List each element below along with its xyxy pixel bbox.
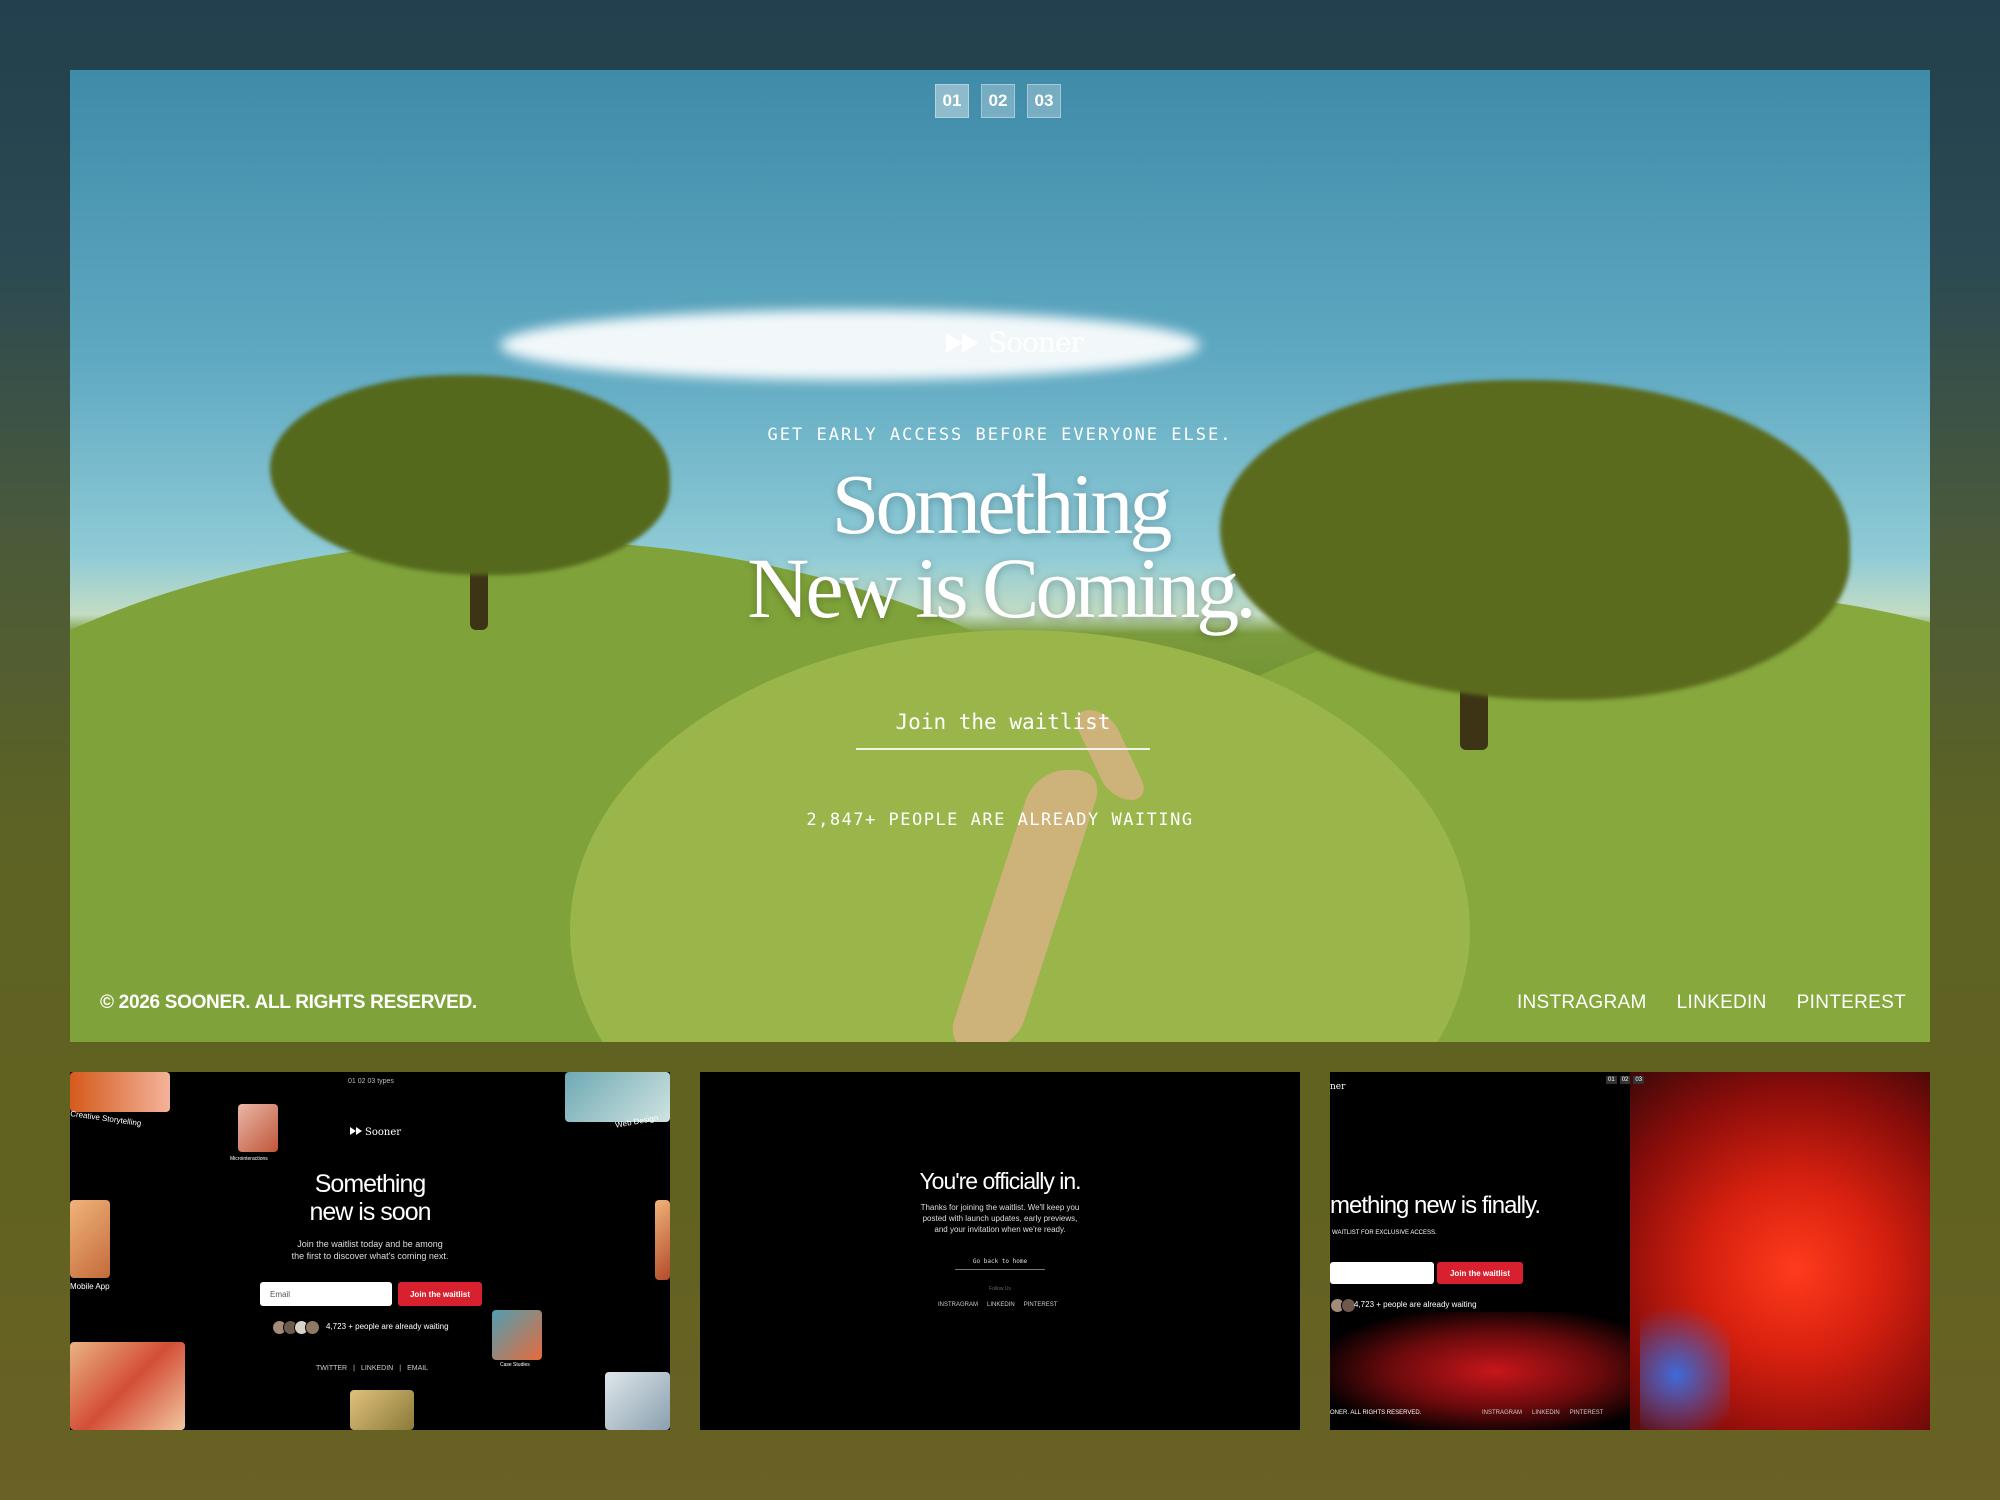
hero-preview: 01 02 03 Sooner GET EARLY ACCESS BEFORE … — [70, 70, 1930, 1042]
thumb2-body-line-2: posted with launch updates, early previe… — [922, 1214, 1078, 1223]
waiting-count: 2,847+ PEOPLE ARE ALREADY WAITING — [806, 810, 1194, 830]
card-case-studies — [492, 1310, 542, 1360]
card-label-micro: Microinteractions — [230, 1156, 268, 1162]
thumb3-logo-fragment: ner — [1330, 1082, 1346, 1092]
card-bottom-center — [350, 1390, 414, 1430]
thumb1-avatars — [272, 1320, 320, 1335]
link-separator: | — [399, 1365, 402, 1372]
thumb3-tabs: 01 02 03 — [1606, 1076, 1645, 1084]
linkedin-link[interactable]: LINKEDIN — [1532, 1410, 1560, 1416]
instagram-link[interactable]: INSTRAGRAM — [1482, 1410, 1522, 1416]
thumb1-logo-text: Sooner — [365, 1127, 402, 1138]
instagram-link[interactable]: INSTRAGRAM — [1517, 992, 1647, 1014]
card-bottom-right — [605, 1372, 670, 1430]
thumb1-title: Something new is soon — [220, 1170, 520, 1226]
pinterest-link[interactable]: PINTEREST — [1797, 992, 1906, 1014]
logo[interactable]: Sooner — [946, 326, 1084, 359]
thumb1-join-button[interactable]: Join the waitlist — [398, 1282, 482, 1306]
card-flower-large — [70, 1342, 185, 1430]
linkedin-link[interactable]: LINKEDIN — [987, 1302, 1015, 1308]
join-waitlist-button[interactable]: Join the waitlist — [856, 710, 1150, 750]
card-micro — [238, 1104, 278, 1152]
thumb1-waiting-text: 4,723 + people are already waiting — [326, 1322, 449, 1331]
thumb1-title-line-1: Something — [314, 1170, 427, 1198]
cloud — [500, 310, 1200, 380]
preview-thumbnail-3[interactable]: ner 01 02 03 mething new is finally. WAI… — [1330, 1072, 1930, 1430]
thumb1-top-label: 01 02 03 types — [348, 1078, 394, 1085]
link-separator: | — [353, 1365, 355, 1372]
thumb3-email-input[interactable] — [1330, 1262, 1434, 1284]
copyright: © 2026 SOONER. ALL RIGHTS RESERVED. — [100, 992, 477, 1013]
card-right-edge — [655, 1200, 670, 1280]
thumb3-subtitle: WAITLIST FOR EXCLUSIVE ACCESS. — [1332, 1230, 1437, 1236]
thumb3-waiting-text: 4,723 + people are already waiting — [1354, 1300, 1477, 1309]
thumb3-tab-03[interactable]: 03 — [1633, 1076, 1645, 1084]
slide-tab-02[interactable]: 02 — [981, 84, 1015, 118]
slide-tabs: 01 02 03 — [935, 84, 1061, 118]
thumb3-links: INSTRAGRAM LINKEDIN PINTEREST — [1482, 1410, 1603, 1416]
logo-text: Sooner — [988, 326, 1084, 359]
headline-line-1: Something — [831, 456, 1173, 552]
avatar — [305, 1320, 320, 1335]
thumb3-tab-02[interactable]: 02 — [1619, 1076, 1631, 1084]
email-link[interactable]: EMAIL — [407, 1365, 428, 1372]
headline-line-2: New is Coming. — [747, 540, 1256, 636]
card-label-mobile-app: Mobile App — [70, 1282, 110, 1291]
thumb2-title: You're officially in. — [919, 1168, 1081, 1194]
thumb2-follow-label: Follow Us — [989, 1286, 1011, 1292]
thumb2-body-line-1: Thanks for joining the waitlist. We'll k… — [920, 1203, 1080, 1212]
thumb3-blue-swirl — [1640, 1292, 1730, 1430]
linkedin-link[interactable]: LINKEDIN — [1677, 992, 1767, 1014]
pinterest-link[interactable]: PINTEREST — [1024, 1302, 1058, 1308]
twitter-link[interactable]: TWITTER — [316, 1365, 347, 1372]
thumb3-join-button[interactable]: Join the waitlist — [1437, 1262, 1523, 1284]
thumb1-title-line-2: new is soon — [309, 1198, 431, 1226]
eyebrow-text: GET EARLY ACCESS BEFORE EVERYONE ELSE. — [767, 425, 1233, 445]
thumb2-back-button[interactable]: Go back to home — [955, 1258, 1045, 1270]
headline: Something New is Coming. — [70, 456, 1930, 636]
thumb3-copyright: ONER. ALL RIGHTS RESERVED. — [1330, 1410, 1422, 1416]
thumb1-email-input[interactable]: Email — [260, 1282, 392, 1306]
social-links: INSTRAGRAM LINKEDIN PINTEREST — [1517, 992, 1906, 1014]
thumb1-links: TWITTER | LINKEDIN | EMAIL — [316, 1365, 428, 1372]
preview-thumbnail-1[interactable]: Creative Storytelling Web Design Microin… — [70, 1072, 670, 1430]
fast-forward-icon — [350, 1127, 362, 1138]
thumb1-subtitle-line-2: the first to discover what's coming next… — [291, 1251, 449, 1261]
thumb2-links: INSTRAGRAM LINKEDIN PINTEREST — [938, 1302, 1057, 1308]
slide-tab-03[interactable]: 03 — [1027, 84, 1061, 118]
thumb1-logo: Sooner — [350, 1127, 401, 1138]
thumb3-title: mething new is finally. — [1330, 1192, 1541, 1219]
card-label-case-studies: Case Studies — [500, 1362, 530, 1368]
pinterest-link[interactable]: PINTEREST — [1570, 1410, 1604, 1416]
fast-forward-icon — [946, 332, 980, 353]
linkedin-link[interactable]: LINKEDIN — [361, 1365, 393, 1372]
thumb2-body: Thanks for joining the waitlist. We'll k… — [800, 1202, 1200, 1235]
slide-tab-01[interactable]: 01 — [935, 84, 969, 118]
thumb1-subtitle: Join the waitlist today and be among the… — [220, 1238, 520, 1262]
card-storytelling — [70, 1072, 170, 1112]
instagram-link[interactable]: INSTRAGRAM — [938, 1302, 978, 1308]
preview-thumbnail-2[interactable]: You're officially in. Thanks for joining… — [700, 1072, 1300, 1430]
thumb1-subtitle-line-1: Join the waitlist today and be among — [297, 1239, 443, 1249]
thumb3-tab-01[interactable]: 01 — [1606, 1076, 1617, 1084]
card-mobile-app — [70, 1200, 110, 1278]
thumb3-avatars — [1330, 1298, 1356, 1313]
thumb2-body-line-3: and your invitation when we're ready. — [934, 1225, 1066, 1234]
